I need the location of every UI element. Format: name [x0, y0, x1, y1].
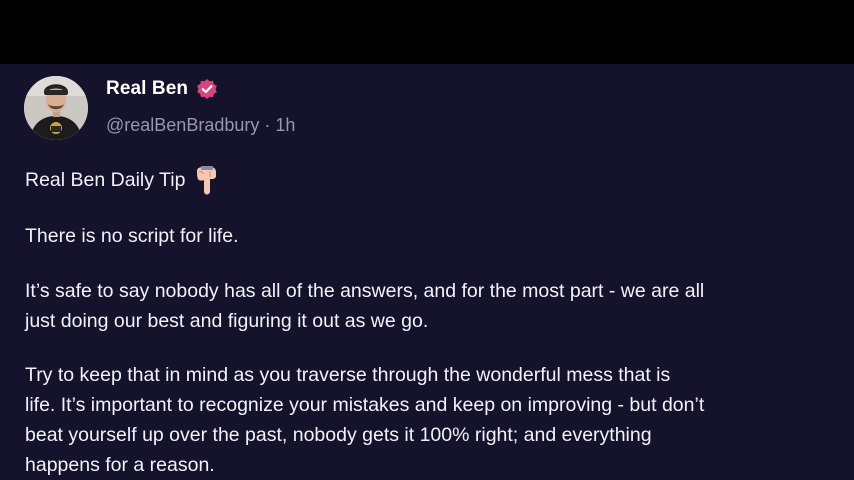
avatar[interactable]	[24, 76, 88, 140]
author-name-row: Real Ben	[106, 78, 218, 100]
author-meta: @realBenBradbury · 1h	[106, 115, 295, 136]
post-title: Real Ben Daily Tip	[25, 165, 854, 195]
post-paragraph-2: It’s safe to say nobody has all of the a…	[25, 276, 854, 336]
meta-separator: ·	[264, 115, 271, 135]
black-letterbox-bar	[0, 0, 854, 64]
author-handle[interactable]: @realBenBradbury	[106, 115, 259, 135]
paragraph-line: Try to keep that in mind as you traverse…	[25, 364, 671, 386]
pointing-down-icon	[193, 165, 219, 195]
paragraph-line: It’s safe to say nobody has all of the a…	[25, 280, 705, 302]
author-name[interactable]: Real Ben	[106, 78, 188, 100]
post-paragraph-1: There is no script for life.	[25, 225, 239, 247]
post-timestamp[interactable]: 1h	[275, 115, 295, 135]
paragraph-line: life. It’s important to recognize your m…	[25, 394, 705, 416]
post-title-text: Real Ben Daily Tip	[25, 169, 186, 191]
paragraph-line: beat yourself up over the past, nobody g…	[25, 424, 652, 446]
paragraph-line: just doing our best and figuring it out …	[25, 310, 429, 332]
screen: Real Ben @realBenBradbury · 1h Real Ben …	[0, 0, 854, 480]
verified-badge-icon	[196, 78, 218, 100]
post-paragraph-3: Try to keep that in mind as you traverse…	[25, 360, 854, 480]
paragraph-line: happens for a reason.	[25, 454, 215, 476]
post-card: Real Ben @realBenBradbury · 1h Real Ben …	[0, 64, 854, 480]
